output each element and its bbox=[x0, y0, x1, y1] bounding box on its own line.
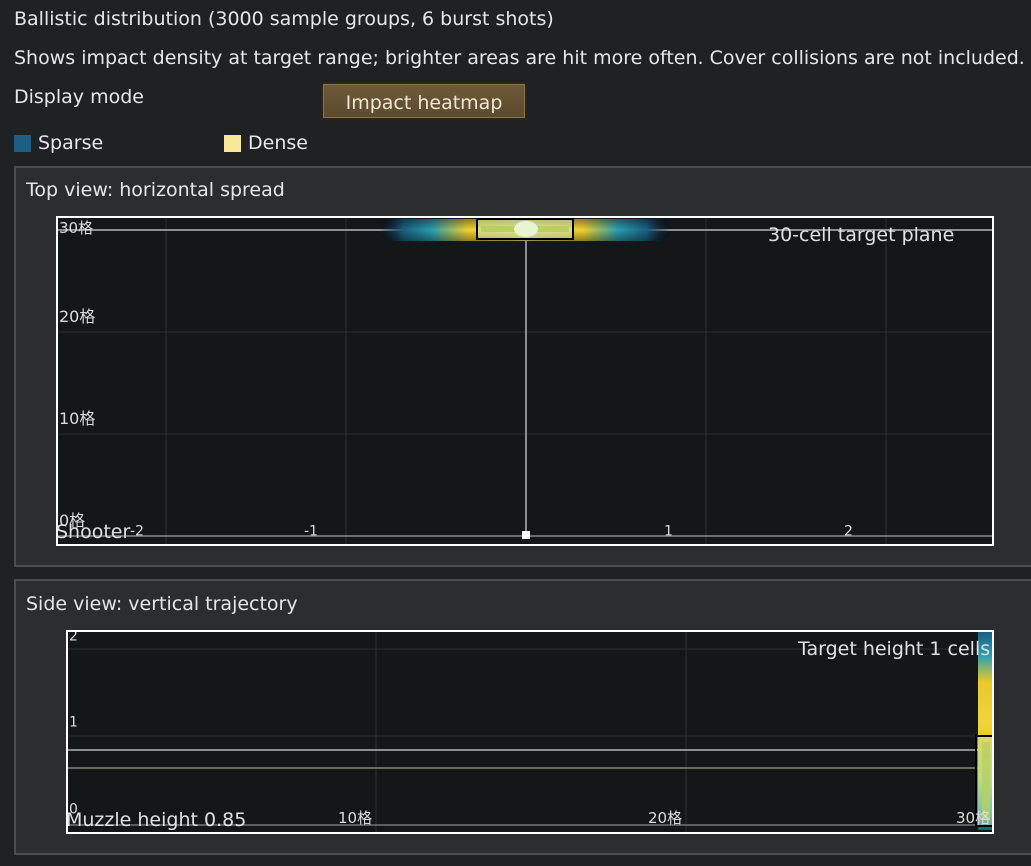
side-x-tick-10: 10格 bbox=[338, 809, 372, 827]
target-center-dot bbox=[514, 221, 538, 237]
legend-sparse-label: Sparse bbox=[38, 132, 104, 154]
display-mode-button[interactable]: Impact heatmap bbox=[321, 82, 527, 120]
top-x-tick-1: 1 bbox=[664, 524, 673, 540]
top-y-tick-20: 20格 bbox=[59, 307, 95, 326]
side-view-plot: 2 1 0 10格 20格 30格 bbox=[66, 630, 994, 834]
shooter-label: Shooter bbox=[56, 521, 131, 543]
top-x-tick-2: 2 bbox=[844, 524, 853, 540]
legend-dense-swatch bbox=[224, 135, 241, 152]
side-y-tick-2: 2 bbox=[69, 632, 78, 645]
page-title: Ballistic distribution (3000 sample grou… bbox=[14, 8, 554, 30]
top-y-tick-30: 30格 bbox=[59, 219, 93, 237]
side-view-canvas: 2 1 0 10格 20格 30格 bbox=[68, 632, 992, 832]
muzzle-height-label: Muzzle height 0.85 bbox=[66, 809, 247, 831]
display-mode-label: Display mode bbox=[14, 86, 144, 108]
target-height-label: Target height 1 cells bbox=[798, 638, 991, 660]
side-grid bbox=[68, 632, 992, 832]
side-view-title: Side view: vertical trajectory bbox=[26, 593, 298, 615]
top-x-tick-minus2: -2 bbox=[130, 524, 144, 540]
shooter-marker bbox=[522, 531, 530, 539]
side-x-tick-30: 30格 bbox=[956, 809, 990, 827]
target-plane-label: 30-cell target plane bbox=[768, 224, 955, 246]
side-x-tick-20: 20格 bbox=[648, 809, 682, 827]
top-y-tick-10: 10格 bbox=[59, 409, 95, 428]
top-x-tick-minus1: -1 bbox=[304, 524, 318, 540]
legend-sparse-swatch bbox=[14, 135, 31, 152]
top-view-canvas: 30格 20格 10格 0格 -2 -1 1 2 bbox=[58, 218, 992, 544]
description-text: Shows impact density at target range; br… bbox=[14, 47, 1025, 69]
top-view-plot: 30格 20格 10格 0格 -2 -1 1 2 bbox=[56, 216, 994, 546]
top-view-title: Top view: horizontal spread bbox=[26, 179, 285, 201]
legend-dense-label: Dense bbox=[248, 132, 308, 154]
side-y-tick-1: 1 bbox=[69, 715, 78, 731]
